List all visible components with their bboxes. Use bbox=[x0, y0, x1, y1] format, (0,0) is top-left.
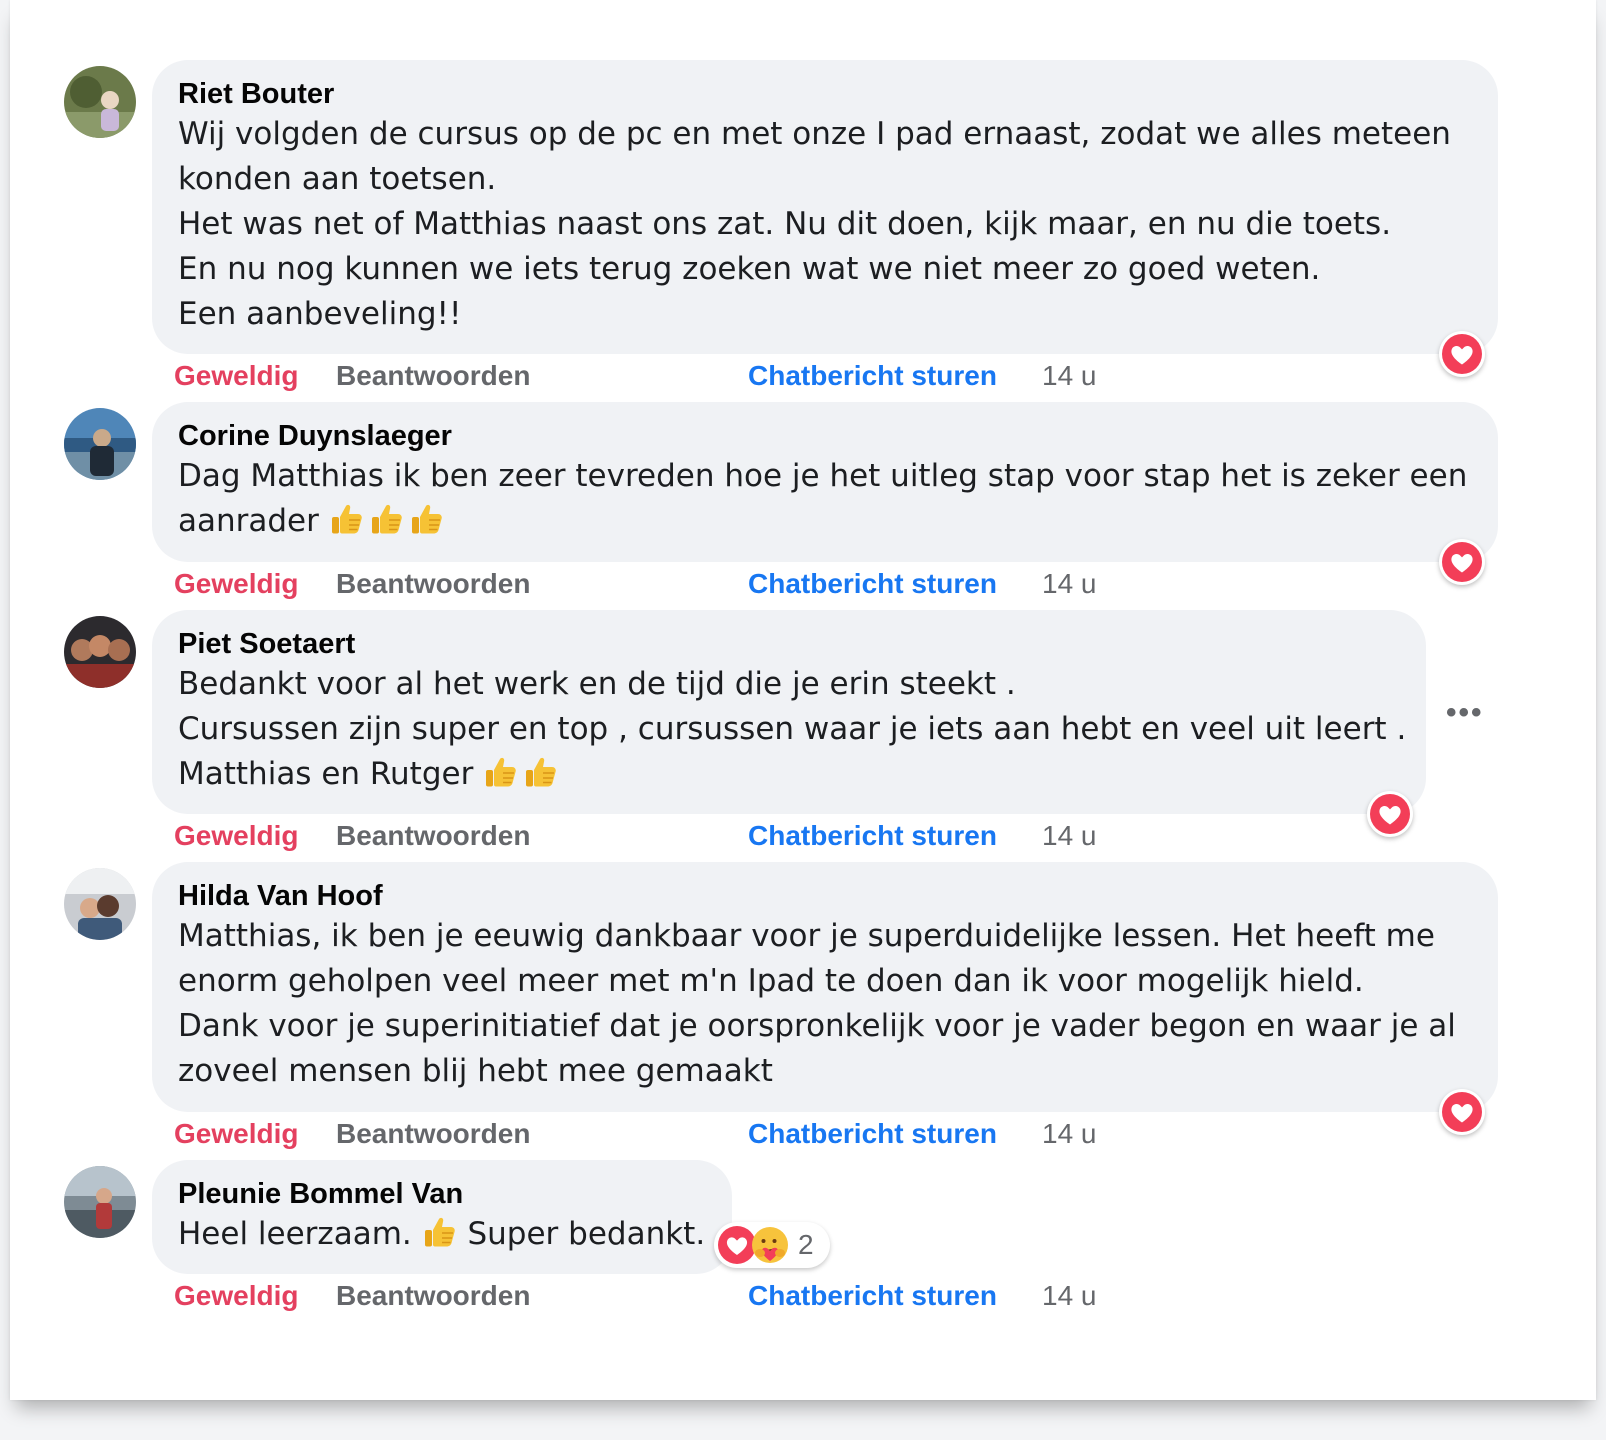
comment-bubble: Piet Soetaert Bedankt voor al het werk e… bbox=[152, 610, 1426, 814]
comment-text: Wij volgden de cursus op de pc en met on… bbox=[178, 112, 1472, 337]
send-message-button[interactable]: Chatbericht sturen bbox=[748, 566, 997, 602]
comment-author[interactable]: Corine Duynslaeger bbox=[178, 418, 1472, 454]
thumbs-up-icon bbox=[422, 1214, 458, 1250]
like-button[interactable]: Geweldig bbox=[174, 1278, 298, 1314]
timestamp[interactable]: 14 u bbox=[1042, 358, 1097, 394]
comment-line: Matthias en Rutger bbox=[178, 752, 1400, 797]
comment-line: aanrader bbox=[178, 499, 1472, 544]
comment-bubble: Hilda Van Hoof Matthias, ik ben je eeuwi… bbox=[152, 862, 1498, 1112]
comment-line-text: Heel leerzaam. bbox=[178, 1216, 412, 1252]
comments-card: Riet Bouter Wij volgden de cursus op de … bbox=[10, 0, 1596, 1400]
send-message-button[interactable]: Chatbericht sturen bbox=[748, 358, 997, 394]
comment-line-text: Super bedankt. bbox=[467, 1216, 706, 1252]
reply-button[interactable]: Beantwoorden bbox=[336, 818, 530, 854]
reaction-count: 2 bbox=[798, 1229, 814, 1260]
comment-line: enorm geholpen veel meer met m'n Ipad te… bbox=[178, 963, 1364, 999]
comment-line: Bedankt voor al het werk en de tijd die … bbox=[178, 666, 1016, 702]
like-button[interactable]: Geweldig bbox=[174, 1116, 298, 1152]
avatar[interactable] bbox=[64, 408, 136, 480]
send-message-button[interactable]: Chatbericht sturen bbox=[748, 1116, 997, 1152]
thumbs-up-icon bbox=[409, 501, 445, 537]
reactions-summary[interactable]: 2 bbox=[714, 1222, 830, 1268]
care-icon bbox=[752, 1227, 788, 1263]
thumbs-up-icon bbox=[329, 501, 365, 537]
comment-line: Een aanbeveling!! bbox=[178, 296, 462, 332]
timestamp[interactable]: 14 u bbox=[1042, 566, 1097, 602]
comment-line: Dag Matthias ik ben zeer tevreden hoe je… bbox=[178, 458, 1468, 494]
comment-author[interactable]: Piet Soetaert bbox=[178, 626, 1400, 662]
like-button[interactable]: Geweldig bbox=[174, 358, 298, 394]
send-message-button[interactable]: Chatbericht sturen bbox=[748, 1278, 997, 1314]
comment-actions: Geweldig Beantwoorden Chatbericht sturen… bbox=[10, 818, 1596, 854]
reply-button[interactable]: Beantwoorden bbox=[336, 1278, 530, 1314]
comment-actions: Geweldig Beantwoorden Chatbericht sturen… bbox=[10, 566, 1596, 602]
avatar[interactable] bbox=[64, 1166, 136, 1238]
comment-line: Matthias, ik ben je eeuwig dankbaar voor… bbox=[178, 918, 1435, 954]
comment-bubble: Riet Bouter Wij volgden de cursus op de … bbox=[152, 60, 1498, 354]
reply-button[interactable]: Beantwoorden bbox=[336, 1116, 530, 1152]
comment-line: zoveel mensen blij hebt mee gemaakt bbox=[178, 1053, 773, 1089]
comment-text: Matthias, ik ben je eeuwig dankbaar voor… bbox=[178, 914, 1472, 1094]
comment-bubble: Corine Duynslaeger Dag Matthias ik ben z… bbox=[152, 402, 1498, 562]
comment-line-text: Matthias en Rutger bbox=[178, 756, 474, 792]
comment-line: Cursussen zijn super en top , cursussen … bbox=[178, 711, 1407, 747]
comment-actions: Geweldig Beantwoorden Chatbericht sturen… bbox=[10, 358, 1596, 394]
reply-button[interactable]: Beantwoorden bbox=[336, 566, 530, 602]
comment-text: Heel leerzaam. Super bedankt. bbox=[178, 1212, 706, 1257]
comment-line-text: aanrader bbox=[178, 503, 319, 539]
avatar[interactable] bbox=[64, 66, 136, 138]
thumbs-up-icon bbox=[523, 754, 559, 790]
comment-text: Dag Matthias ik ben zeer tevreden hoe je… bbox=[178, 454, 1472, 544]
like-button[interactable]: Geweldig bbox=[174, 818, 298, 854]
comment-author[interactable]: Riet Bouter bbox=[178, 76, 1472, 112]
reply-button[interactable]: Beantwoorden bbox=[336, 358, 530, 394]
avatar[interactable] bbox=[64, 616, 136, 688]
comment-line: Het was net of Matthias naast ons zat. N… bbox=[178, 206, 1392, 242]
comment-line: konden aan toetsen. bbox=[178, 161, 497, 197]
comment-line: En nu nog kunnen we iets terug zoeken wa… bbox=[178, 251, 1321, 287]
comment-actions: Geweldig Beantwoorden Chatbericht sturen… bbox=[10, 1278, 1596, 1314]
send-message-button[interactable]: Chatbericht sturen bbox=[748, 818, 997, 854]
comment-text: Bedankt voor al het werk en de tijd die … bbox=[178, 662, 1407, 797]
more-options-icon[interactable]: ••• bbox=[1446, 696, 1484, 730]
comment-line: Heel leerzaam. Super bedankt. bbox=[178, 1212, 706, 1257]
thumbs-up-icon bbox=[369, 501, 405, 537]
thumbs-up-icon bbox=[483, 754, 519, 790]
comment-line: Dank voor je superinitiatief dat je oors… bbox=[178, 1008, 1456, 1044]
comment-line: Wij volgden de cursus op de pc en met on… bbox=[178, 116, 1451, 152]
comment-actions: Geweldig Beantwoorden Chatbericht sturen… bbox=[10, 1116, 1596, 1152]
timestamp[interactable]: 14 u bbox=[1042, 1278, 1097, 1314]
comment-author[interactable]: Pleunie Bommel Van bbox=[178, 1176, 706, 1212]
avatar[interactable] bbox=[64, 868, 136, 940]
timestamp[interactable]: 14 u bbox=[1042, 818, 1097, 854]
comment-bubble: Pleunie Bommel Van Heel leerzaam. Super … bbox=[152, 1160, 732, 1274]
comment-author[interactable]: Hilda Van Hoof bbox=[178, 878, 1472, 914]
timestamp[interactable]: 14 u bbox=[1042, 1116, 1097, 1152]
like-button[interactable]: Geweldig bbox=[174, 566, 298, 602]
